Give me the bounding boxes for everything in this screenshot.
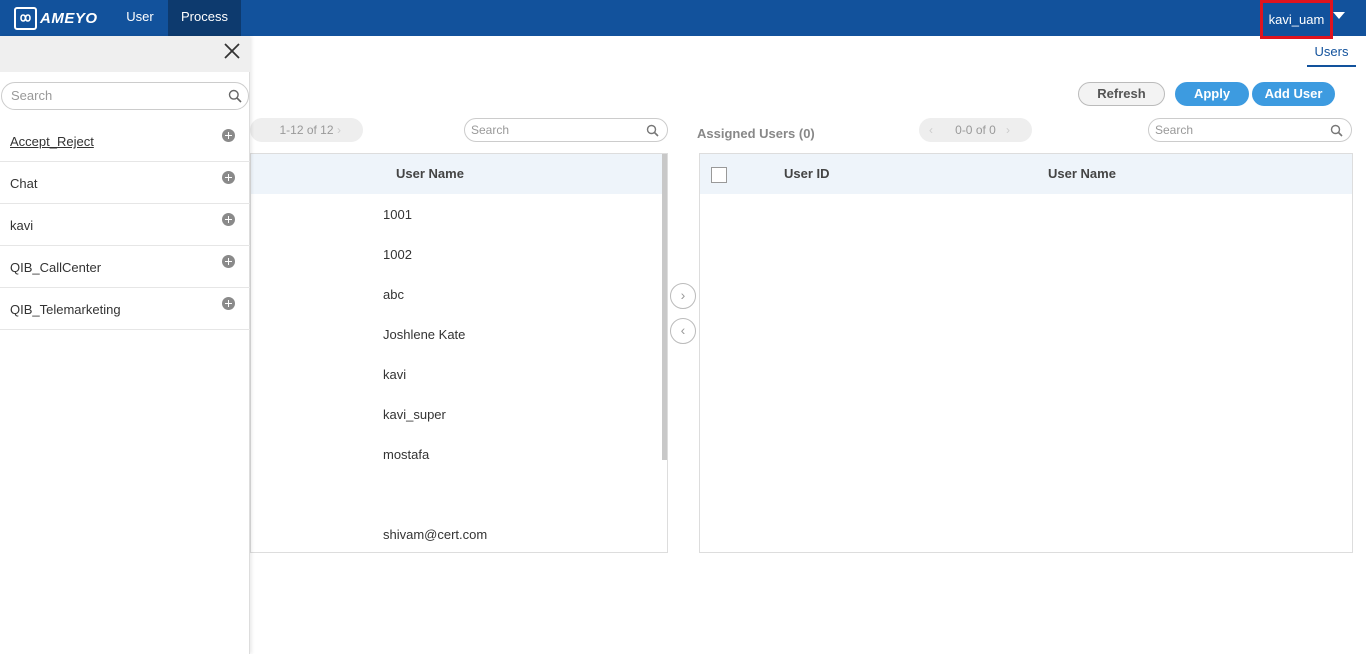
assigned-pager-text: 0-0 of 0 bbox=[955, 123, 996, 137]
nav-tab-process[interactable]: Process bbox=[168, 0, 241, 36]
process-item-label: QIB_CallCenter bbox=[10, 260, 102, 275]
assigned-pager: ‹ 0-0 of 0 › bbox=[919, 118, 1032, 142]
move-left-icon[interactable]: ‹ bbox=[670, 318, 696, 344]
logo-icon bbox=[14, 6, 37, 30]
caret-down-icon[interactable] bbox=[1333, 12, 1345, 19]
process-item-label: Accept_Reject bbox=[10, 134, 94, 149]
add-user-button[interactable]: Add User bbox=[1252, 82, 1335, 106]
add-circle-icon[interactable] bbox=[222, 129, 235, 142]
process-drawer: Search Accept_Reject Chat kavi QIB_CallC… bbox=[0, 36, 250, 654]
prev-page-icon[interactable]: ‹ bbox=[929, 118, 933, 142]
select-all-checkbox[interactable] bbox=[711, 167, 727, 183]
table-row[interactable]: kavi bbox=[383, 367, 406, 382]
drawer-search-placeholder: Search bbox=[11, 88, 53, 103]
process-item[interactable]: Accept_Reject bbox=[0, 120, 250, 162]
next-page-icon[interactable]: › bbox=[1006, 118, 1010, 142]
ameyo-logo[interactable]: AMEYO bbox=[14, 6, 98, 30]
drawer-header bbox=[0, 36, 250, 72]
refresh-button[interactable]: Refresh bbox=[1078, 82, 1165, 106]
process-item-label: kavi bbox=[10, 218, 34, 233]
process-item[interactable]: QIB_CallCenter bbox=[0, 246, 250, 288]
table-scrollbar[interactable] bbox=[662, 154, 667, 460]
available-search-input[interactable]: Search bbox=[464, 118, 668, 142]
assigned-search-input[interactable]: Search bbox=[1148, 118, 1352, 142]
column-header-user-name[interactable]: User Name bbox=[396, 166, 464, 181]
tab-users[interactable]: Users bbox=[1307, 44, 1356, 67]
add-circle-icon[interactable] bbox=[222, 255, 235, 268]
nav-tab-user[interactable]: User bbox=[114, 0, 166, 36]
next-page-icon[interactable]: › bbox=[337, 118, 341, 142]
table-row[interactable]: kavi_super bbox=[383, 407, 446, 422]
column-header-user-name[interactable]: User Name bbox=[1048, 166, 1116, 181]
process-item-label: Chat bbox=[10, 176, 38, 191]
logo-text: AMEYO bbox=[40, 9, 98, 27]
search-icon[interactable] bbox=[646, 124, 659, 137]
add-circle-icon[interactable] bbox=[222, 297, 235, 310]
column-header-user-id[interactable]: User ID bbox=[784, 166, 830, 181]
table-row[interactable]: abc bbox=[383, 287, 404, 302]
process-item-label: QIB_Telemarketing bbox=[10, 302, 121, 317]
apply-button[interactable]: Apply bbox=[1175, 82, 1249, 106]
add-circle-icon[interactable] bbox=[222, 213, 235, 226]
table-row[interactable]: 1001 bbox=[383, 207, 412, 222]
available-users-table: User Name 1001 1002 abc Joshlene Kate ka… bbox=[250, 153, 668, 553]
assigned-users-table: User ID User Name bbox=[699, 153, 1353, 553]
table-row[interactable]: Joshlene Kate bbox=[383, 327, 465, 342]
drawer-search-input[interactable]: Search bbox=[1, 82, 249, 110]
search-icon[interactable] bbox=[1330, 124, 1343, 137]
process-item[interactable]: kavi bbox=[0, 204, 250, 246]
search-icon[interactable] bbox=[228, 89, 242, 103]
top-navbar: AMEYO User Process kavi_uam bbox=[0, 0, 1366, 39]
table-row[interactable]: 1002 bbox=[383, 247, 412, 262]
table-row[interactable]: shivam@cert.com bbox=[383, 527, 487, 542]
move-right-icon[interactable]: › bbox=[670, 283, 696, 309]
user-menu[interactable]: kavi_uam bbox=[1260, 0, 1333, 39]
available-pager: 1-12 of 12 › bbox=[250, 118, 363, 142]
table-header: User Name bbox=[251, 154, 667, 194]
available-pager-text: 1-12 of 12 bbox=[279, 123, 334, 137]
table-row[interactable]: mostafa bbox=[383, 447, 429, 462]
table-header: User ID User Name bbox=[700, 154, 1352, 194]
assigned-users-title: Assigned Users (0) bbox=[697, 126, 815, 141]
process-item[interactable]: QIB_Telemarketing bbox=[0, 288, 250, 330]
process-item[interactable]: Chat bbox=[0, 162, 250, 204]
close-icon[interactable] bbox=[223, 42, 241, 60]
available-search-placeholder: Search bbox=[471, 123, 510, 137]
assigned-search-placeholder: Search bbox=[1155, 123, 1194, 137]
add-circle-icon[interactable] bbox=[222, 171, 235, 184]
